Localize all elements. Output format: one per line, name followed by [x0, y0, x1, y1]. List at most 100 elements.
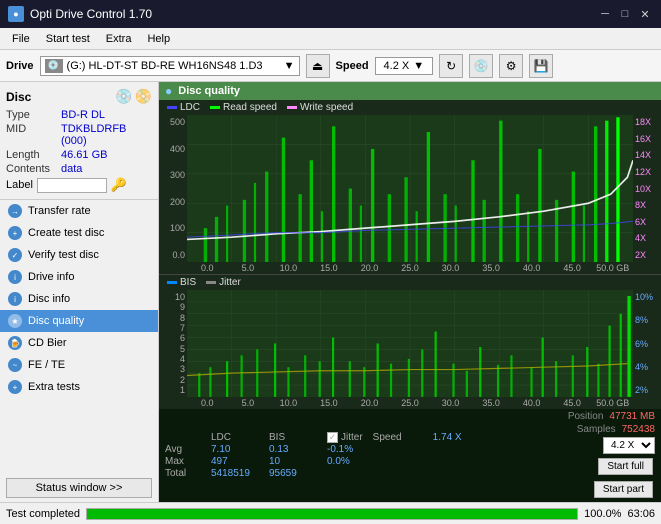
stats-table: LDC BIS ✓ Jitter Speed 1.74 X Avg 7.10 0…	[165, 432, 560, 479]
type-label: Type	[6, 109, 61, 121]
settings-btn[interactable]: ⚙	[499, 54, 523, 78]
nav-drive-info[interactable]: i Drive info	[0, 266, 158, 288]
nav-verify-test-disc[interactable]: ✓ Verify test disc	[0, 244, 158, 266]
menu-start-test[interactable]: Start test	[38, 31, 98, 47]
nav-icon-create: +	[8, 226, 22, 240]
nav-create-test-disc[interactable]: + Create test disc	[0, 222, 158, 244]
progress-text: 100.0%	[584, 508, 621, 520]
label-label: Label	[6, 179, 33, 191]
legend-ldc: LDC	[167, 102, 200, 113]
titlebar: ● Opti Drive Control 1.70 ─ □ ✕	[0, 0, 661, 28]
speed-label: Speed	[336, 60, 369, 72]
top-chart-block: LDC Read speed Write speed 5004003002001…	[159, 100, 661, 275]
status-text: Test completed	[6, 508, 80, 520]
mid-label: MID	[6, 123, 61, 135]
nav-icon-cd-bier: 🍺	[8, 336, 22, 350]
nav-disc-quality[interactable]: ★ Disc quality	[0, 310, 158, 332]
mid-value: TDKBLDRFB (000)	[61, 123, 152, 147]
menu-file[interactable]: File	[4, 31, 38, 47]
nav-extra-tests[interactable]: + Extra tests	[0, 376, 158, 398]
disc-btn[interactable]: 💿	[469, 54, 493, 78]
top-x-axis: 0.0 5.0 10.0 15.0 20.0 25.0 30.0 35.0 40…	[159, 262, 661, 274]
sidebar: Disc 💿 📀 Type BD-R DL MID TDKBLDRFB (000…	[0, 82, 159, 502]
bottom-chart-svg-wrap	[187, 290, 633, 397]
label-input[interactable]	[37, 178, 107, 193]
nav-icon-fe-te: ~	[8, 358, 22, 372]
drive-icon: 💿	[45, 59, 63, 73]
speed-select[interactable]: 4.2 X▼	[375, 57, 434, 75]
app-title: Opti Drive Control 1.70	[30, 7, 152, 21]
drive-select[interactable]: 💿 (G:) HL-DT-ST BD-RE WH16NS48 1.D3 ▼	[40, 56, 300, 76]
nav-cd-bier[interactable]: 🍺 CD Bier	[0, 332, 158, 354]
drive-value: (G:) HL-DT-ST BD-RE WH16NS48 1.D3	[67, 60, 263, 72]
nav-disc-info[interactable]: i Disc info	[0, 288, 158, 310]
jitter-check-wrap: ✓ Jitter	[327, 432, 363, 443]
jitter-checkbox[interactable]: ✓	[327, 432, 338, 443]
nav-label-create: Create test disc	[28, 227, 104, 239]
legend-bis: BIS	[167, 277, 196, 288]
minimize-btn[interactable]: ─	[597, 6, 613, 22]
nav-icon-extra: +	[8, 380, 22, 394]
speed-select-bottom[interactable]: 4.2 X	[603, 437, 655, 454]
eject-btn[interactable]: ⏏	[306, 54, 330, 78]
nav-icon-disc-quality: ★	[8, 314, 22, 328]
top-y-axis-left: 5004003002001000.0	[159, 115, 187, 262]
samples-label: Samples	[577, 424, 616, 435]
close-btn[interactable]: ✕	[637, 6, 653, 22]
stats-row: LDC BIS ✓ Jitter Speed 1.74 X Avg 7.10 0…	[159, 409, 661, 502]
top-chart-svg	[187, 115, 633, 262]
bottom-chart-inner: 10987654321	[159, 290, 661, 397]
legend-jitter: Jitter	[206, 277, 241, 288]
position-label: Position	[568, 411, 604, 422]
bottom-y-axis-left: 10987654321	[159, 290, 187, 397]
top-legend: LDC Read speed Write speed	[159, 100, 661, 115]
type-value: BD-R DL	[61, 109, 105, 121]
bottom-x-axis: 0.0 5.0 10.0 15.0 20.0 25.0 30.0 35.0 40…	[159, 397, 661, 409]
samples-value: 752438	[622, 424, 655, 435]
right-controls: Position 47731 MB Samples 752438 4.2 X S…	[568, 411, 655, 500]
top-y-axis-right: 18X16X14X12X10X8X6X4X2X	[633, 115, 661, 262]
statusbar: Test completed 100.0% 63:06	[0, 502, 661, 524]
nav-icon-transfer: →	[8, 204, 22, 218]
disc-section: Disc 💿 📀 Type BD-R DL MID TDKBLDRFB (000…	[0, 82, 158, 200]
label-icon-btn[interactable]: 🔑	[111, 177, 127, 193]
refresh-btn[interactable]: ↻	[439, 54, 463, 78]
nav-transfer-rate[interactable]: → Transfer rate	[0, 200, 158, 222]
status-window-btn[interactable]: Status window >>	[6, 478, 152, 498]
top-chart-inner: 5004003002001000.0	[159, 115, 661, 262]
menu-help[interactable]: Help	[139, 31, 178, 47]
menu-extra[interactable]: Extra	[98, 31, 140, 47]
start-full-btn[interactable]: Start full	[598, 458, 653, 475]
nav-label-verify: Verify test disc	[28, 249, 99, 261]
drive-label: Drive	[6, 60, 34, 72]
disc-title: Disc	[6, 90, 31, 104]
chart-title: Disc quality	[178, 85, 240, 97]
disc-icon1[interactable]: 💿	[115, 88, 132, 105]
nav-label-fe-te: FE / TE	[28, 359, 65, 371]
menubar: File Start test Extra Help	[0, 28, 661, 50]
nav-label-extra: Extra tests	[28, 381, 80, 393]
legend-read: Read speed	[210, 102, 277, 113]
length-value: 46.61 GB	[61, 149, 107, 161]
start-part-btn[interactable]: Start part	[594, 481, 653, 498]
toolbar: Drive 💿 (G:) HL-DT-ST BD-RE WH16NS48 1.D…	[0, 50, 661, 82]
maximize-btn[interactable]: □	[617, 6, 633, 22]
chart-header-icon: ●	[165, 84, 172, 98]
nav-fe-te[interactable]: ~ FE / TE	[0, 354, 158, 376]
nav-icon-verify: ✓	[8, 248, 22, 262]
contents-value: data	[61, 163, 82, 175]
nav-label-cd-bier: CD Bier	[28, 337, 67, 349]
nav-label-disc-quality: Disc quality	[28, 315, 84, 327]
disc-icon2[interactable]: 📀	[135, 88, 152, 105]
statusbar-time: 63:06	[627, 508, 655, 520]
legend-write: Write speed	[287, 102, 353, 113]
top-chart-svg-wrap	[187, 115, 633, 262]
nav-items: → Transfer rate + Create test disc ✓ Ver…	[0, 200, 158, 474]
nav-label-drive: Drive info	[28, 271, 74, 283]
bottom-y-axis-right: 10%8%6%4%2%	[633, 290, 661, 397]
progress-bar-container	[86, 508, 578, 520]
save-btn[interactable]: 💾	[529, 54, 553, 78]
nav-label-transfer: Transfer rate	[28, 205, 91, 217]
contents-label: Contents	[6, 163, 61, 175]
bottom-chart-svg	[187, 290, 633, 397]
